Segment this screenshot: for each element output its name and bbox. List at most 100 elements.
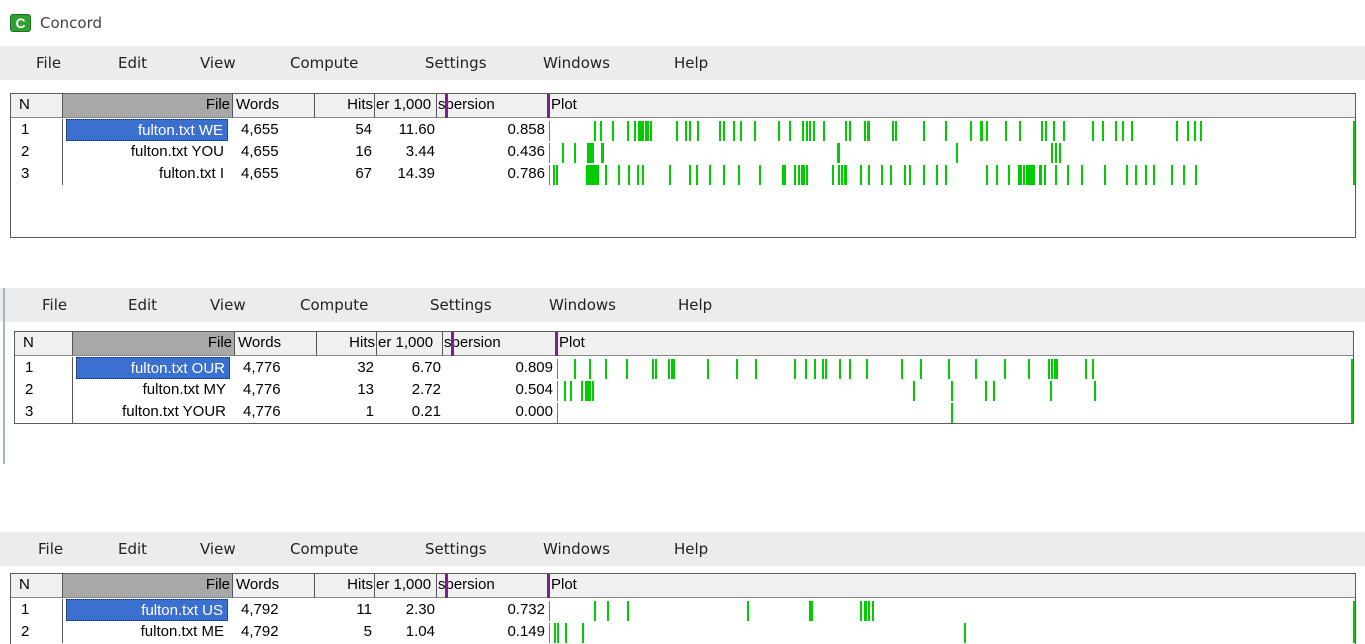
column-resize-handle[interactable] [547,574,550,598]
dispersion-plot[interactable] [549,165,1345,185]
hit-mark [838,143,840,163]
dispersion-plot[interactable] [557,359,1343,379]
menu-view[interactable]: View [200,54,236,72]
menu-view[interactable]: View [200,540,236,558]
menu-compute[interactable]: Compute [290,54,358,72]
table-row[interactable]: 1 fulton.txt US 4,792 11 2.30 0.732 [11,599,1357,621]
dispersion-plot[interactable] [549,601,1345,621]
column-header-hits[interactable]: Hits [315,574,375,598]
hit-mark [1019,121,1021,141]
hit-mark [582,623,584,643]
plot-svg [574,359,1094,379]
concordance-table: N File Words Hits er 1,000 spersion Plot 1 fulto… [10,93,1356,238]
file-cell[interactable]: fulton.txt OUR [76,357,230,379]
dispersion-cell: 0.858 [507,121,545,138]
column-header-per-1000[interactable]: er 1,000 [375,574,437,598]
column-header-words[interactable]: Words [233,574,315,598]
hit-mark [628,165,630,185]
menu-settings[interactable]: Settings [425,54,487,72]
menu-view[interactable]: View [210,296,246,314]
column-header-n[interactable]: N [15,332,73,356]
column-resize-handle[interactable] [451,332,454,356]
dispersion-plot[interactable] [557,381,1343,401]
table-row[interactable]: 2 fulton.txt ME 4,792 5 1.04 0.149 [11,621,1357,643]
column-resize-handle[interactable] [547,94,550,118]
hit-mark [589,381,591,401]
hit-mark [1081,165,1083,185]
table-row[interactable]: 2 fulton.txt MY 4,776 13 2.72 0.504 [15,379,1355,401]
menu-compute[interactable]: Compute [300,296,368,314]
file-cell[interactable]: fulton.txt ME [66,621,228,643]
hit-mark [627,121,629,141]
per-1000-cell: 0.21 [411,403,441,420]
file-cell[interactable]: fulton.txt US [66,599,228,621]
menu-windows[interactable]: Windows [543,540,610,558]
menu-file[interactable]: File [36,54,61,72]
table-row[interactable]: 1 fulton.txt OUR 4,776 32 6.70 0.809 [15,357,1355,379]
column-header-file[interactable]: File [63,574,233,598]
column-header-file[interactable]: File [73,332,235,356]
menu-windows[interactable]: Windows [549,296,616,314]
menu-edit[interactable]: Edit [118,54,147,72]
column-header-n[interactable]: N [11,574,63,598]
file-cell[interactable]: fulton.txt I [66,163,228,185]
dispersion-plot[interactable] [549,623,1345,643]
hit-mark [554,623,556,643]
column-header-plot[interactable]: Plot [549,94,1355,118]
menu-windows[interactable]: Windows [543,54,610,72]
hit-mark [1054,359,1056,379]
file-cell[interactable]: fulton.txt YOUR [76,401,230,423]
hit-mark [1020,165,1022,185]
file-cell[interactable]: fulton.txt YOU [66,141,228,163]
words-cell: 4,776 [243,359,281,376]
column-header-n[interactable]: N [11,94,63,118]
hit-mark [1195,165,1197,185]
column-resize-handle[interactable] [445,574,448,598]
column-header-dispersion[interactable]: spersion [443,332,557,356]
column-header-per-1000[interactable]: er 1,000 [375,94,437,118]
dispersion-plot[interactable] [549,143,1345,163]
column-header-plot[interactable]: Plot [557,332,1353,356]
file-cell[interactable]: fulton.txt WE [66,119,228,141]
table-row[interactable]: 2 fulton.txt YOU 4,655 16 3.44 0.436 [11,141,1357,163]
menu-help[interactable]: Help [674,540,708,558]
menu-help[interactable]: Help [678,296,712,314]
menu-settings[interactable]: Settings [425,540,487,558]
hit-mark [738,165,740,185]
dispersion-plot[interactable] [557,403,1343,423]
hit-mark [642,121,644,141]
menu-compute[interactable]: Compute [290,540,358,558]
hit-mark [1153,165,1155,185]
table-row[interactable]: 3 fulton.txt YOUR 4,776 1 0.21 0.000 [15,401,1355,423]
column-header-words[interactable]: Words [233,94,315,118]
table-row[interactable]: 3 fulton.txt I 4,655 67 14.39 0.786 [11,163,1357,185]
hit-mark [594,601,596,621]
column-header-dispersion[interactable]: spersion [437,94,549,118]
column-header-hits[interactable]: Hits [315,94,375,118]
menu-edit[interactable]: Edit [118,540,147,558]
hit-mark [1171,165,1173,185]
menu-settings[interactable]: Settings [430,296,492,314]
column-header-plot[interactable]: Plot [549,574,1355,598]
hit-mark [1041,121,1043,141]
hit-mark [890,165,892,185]
column-header-dispersion[interactable]: spersion [437,574,549,598]
column-resize-handle[interactable] [445,94,448,118]
table-row[interactable]: 1 fulton.txt WE 4,655 54 11.60 0.858 [11,119,1357,141]
dispersion-plot[interactable] [549,121,1345,141]
column-resize-handle[interactable] [555,332,558,356]
hit-mark [1056,359,1058,379]
column-header-words[interactable]: Words [235,332,317,356]
menu-help[interactable]: Help [674,54,708,72]
file-cell[interactable]: fulton.txt MY [76,379,230,401]
menu-edit[interactable]: Edit [128,296,157,314]
hit-mark [849,121,851,141]
hit-mark [1194,121,1196,141]
hit-mark [689,121,691,141]
hits-cell: 32 [357,359,374,376]
column-header-file[interactable]: File [63,94,233,118]
menu-file[interactable]: File [42,296,67,314]
column-header-per-1000[interactable]: er 1,000 [377,332,443,356]
menu-file[interactable]: File [38,540,63,558]
column-header-hits[interactable]: Hits [317,332,377,356]
